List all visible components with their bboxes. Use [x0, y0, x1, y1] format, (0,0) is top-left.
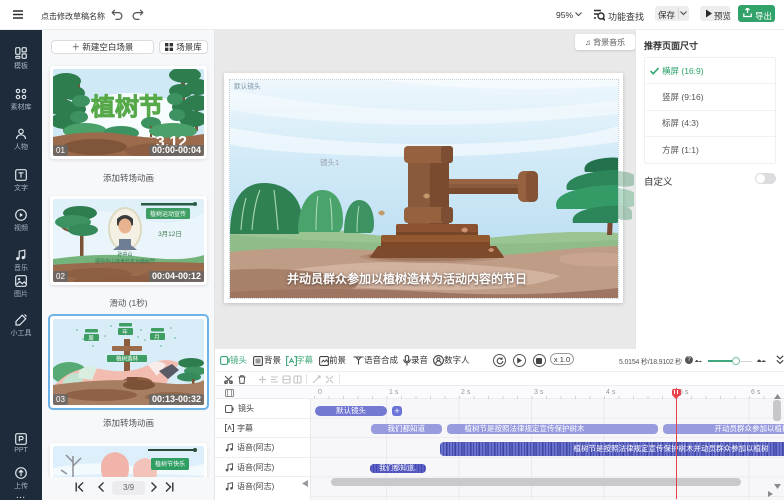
svg-text:周: 周	[88, 335, 94, 342]
svg-text:3月12日: 3月12日	[158, 230, 182, 238]
svg-text:植树节快乐: 植树节快乐	[155, 460, 185, 468]
svg-text:月: 月	[154, 334, 160, 341]
svg-text:植树造林: 植树造林	[116, 355, 139, 363]
svg-text:年: 年	[122, 328, 128, 336]
svg-text:植树运动宣传: 植树运动宣传	[150, 210, 186, 218]
svg-text:植树节: 植树节	[91, 93, 163, 121]
svg-text:孙中山: 孙中山	[117, 251, 132, 258]
svg-text:把孙中山逝世日定为植树节: 把孙中山逝世日定为植树节	[95, 258, 155, 265]
